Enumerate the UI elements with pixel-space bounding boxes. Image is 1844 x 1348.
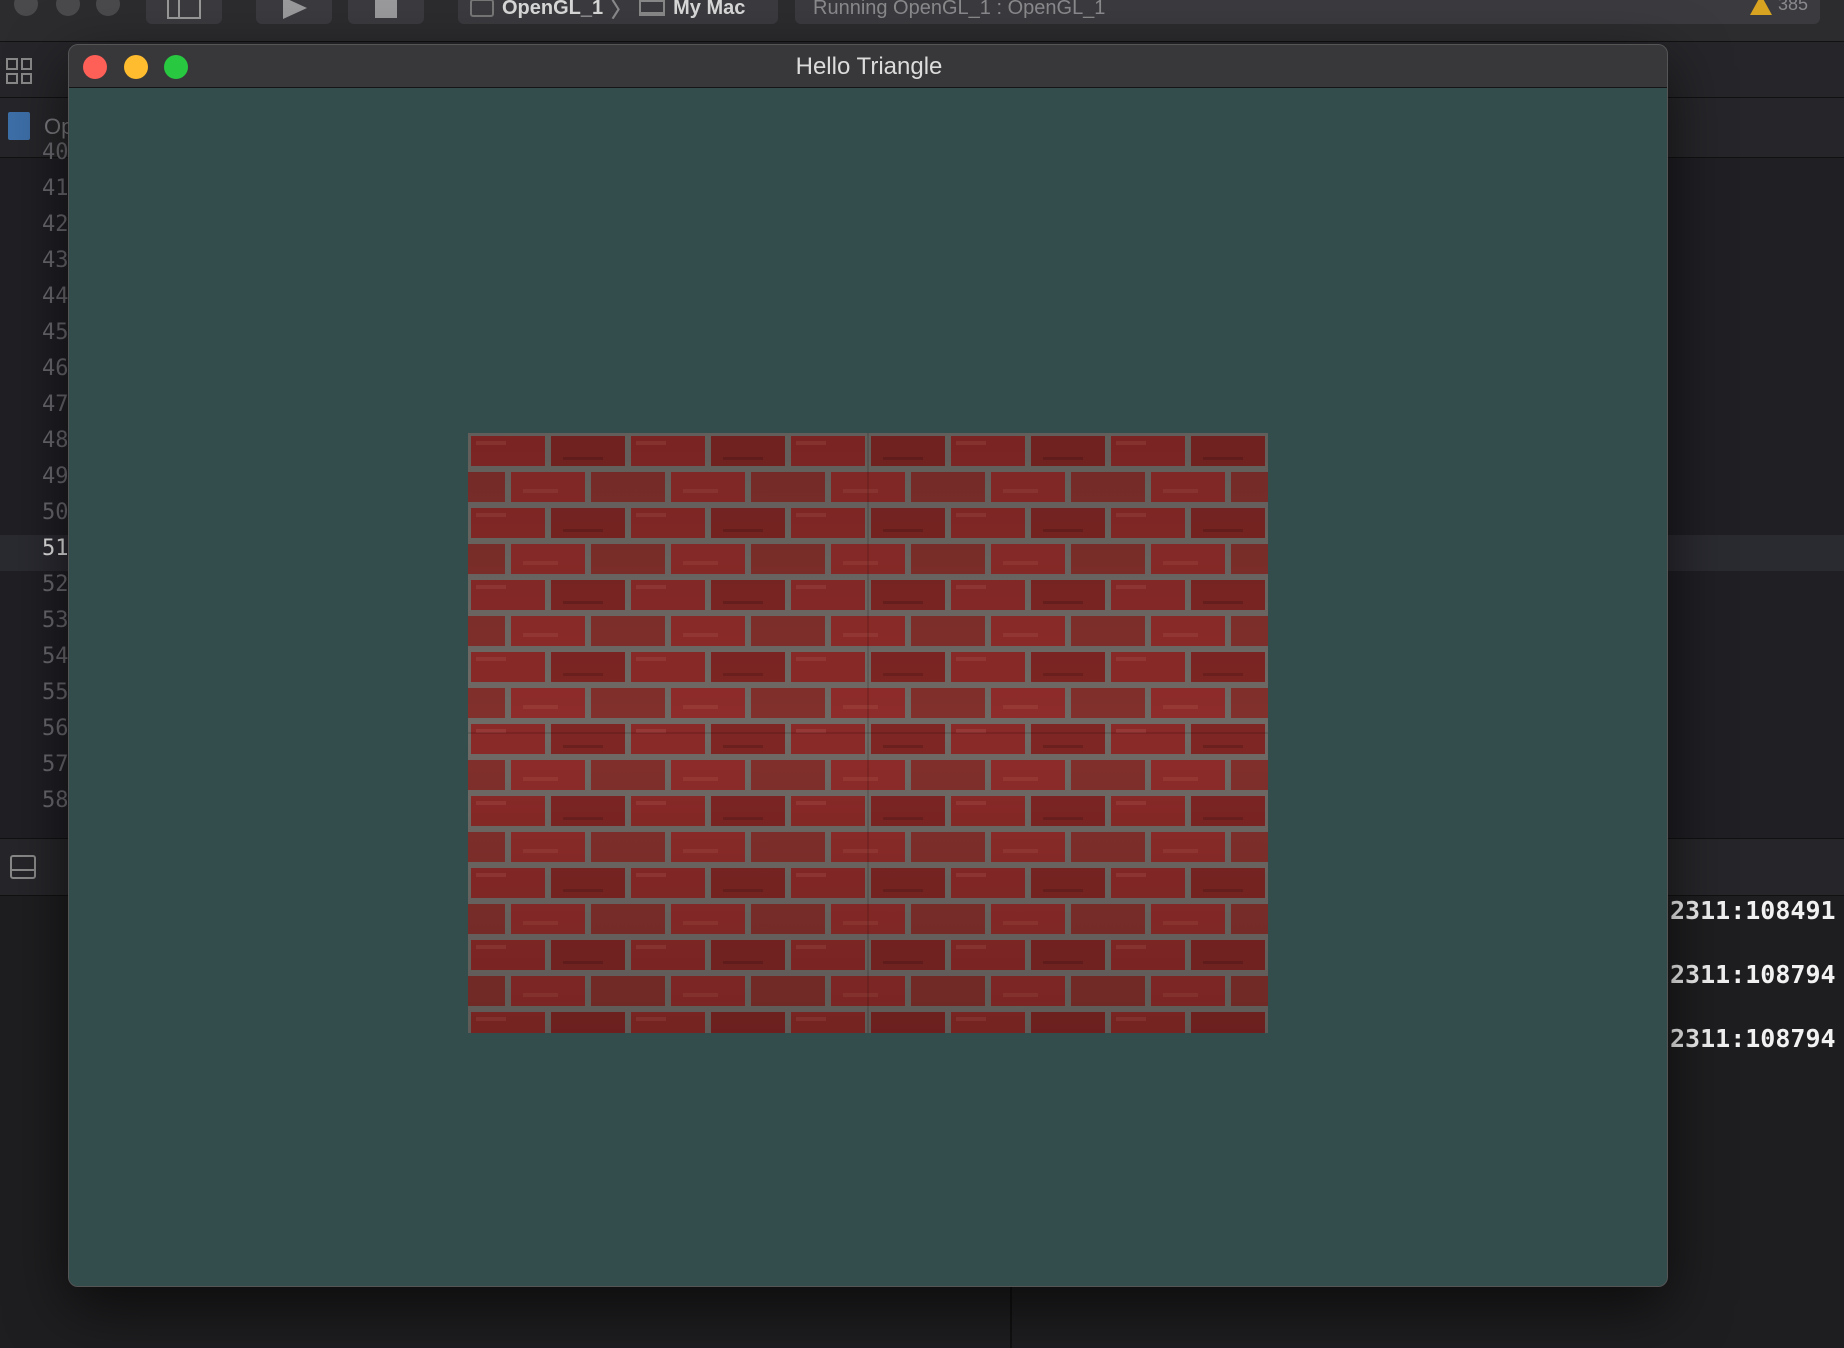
activity-viewer: Running OpenGL_1 : OpenGL_1	[795, 0, 1820, 24]
ide-close-button[interactable]	[14, 0, 38, 16]
related-items-icon[interactable]	[6, 58, 32, 84]
console-line: 2311:108794	[1670, 1024, 1836, 1053]
line-number: 40	[42, 140, 69, 165]
run-button[interactable]	[256, 0, 332, 24]
line-number: 54	[42, 644, 69, 669]
activity-text: Running OpenGL_1 : OpenGL_1	[813, 0, 1106, 19]
laptop-icon	[639, 0, 666, 16]
stop-icon	[375, 0, 397, 18]
current-line-number: 51	[42, 536, 69, 561]
ide-zoom-button[interactable]	[96, 0, 120, 16]
line-number: 45	[42, 320, 69, 345]
line-number: 49	[42, 464, 69, 489]
line-number: 52	[42, 572, 69, 597]
play-icon	[283, 0, 307, 19]
line-number: 58	[42, 788, 69, 813]
target-icon	[470, 0, 494, 17]
zoom-button[interactable]	[164, 55, 188, 79]
minimize-button[interactable]	[124, 55, 148, 79]
warning-icon	[1749, 0, 1772, 15]
line-number-gutter: 40 41 42 43 44 45 46 47 48 49 50 51 52 5…	[0, 140, 70, 838]
line-number: 47	[42, 392, 69, 417]
scheme-destination: My Mac	[673, 0, 746, 19]
warning-count: 385	[1777, 0, 1808, 14]
line-number: 48	[42, 428, 69, 453]
close-button[interactable]	[83, 55, 107, 79]
line-number: 42	[42, 212, 69, 237]
gl-window: Hello Triangle	[68, 44, 1668, 1287]
scheme-separator: 〉	[611, 0, 632, 22]
line-number: 53	[42, 608, 69, 633]
gl-window-titlebar[interactable]: Hello Triangle	[69, 45, 1667, 88]
console-line: 2311:108491	[1670, 896, 1836, 925]
line-number: 41	[42, 176, 69, 201]
line-number: 57	[42, 752, 69, 777]
file-icon	[8, 112, 30, 140]
line-number: 55	[42, 680, 69, 705]
gl-window-title: Hello Triangle	[795, 53, 943, 80]
textured-quad	[468, 433, 1268, 1033]
hide-debug-area-icon[interactable]	[10, 855, 36, 879]
line-number: 43	[42, 248, 69, 273]
gl-viewport[interactable]	[69, 89, 1667, 1286]
warning-indicator[interactable]: 385	[1749, 0, 1808, 15]
line-number: 46	[42, 356, 69, 381]
xcode-toolbar: OpenGL_1 〉 My Mac Running OpenGL_1 : Ope…	[0, 0, 1844, 42]
scheme-selector[interactable]: OpenGL_1 〉 My Mac	[458, 0, 778, 24]
stop-button[interactable]	[348, 0, 424, 24]
console-line: 2311:108794	[1670, 960, 1836, 989]
sidebar-icon	[167, 0, 201, 19]
scheme-project: OpenGL_1	[502, 0, 604, 19]
line-number: 44	[42, 284, 69, 309]
navigator-toggle-button[interactable]	[146, 0, 222, 24]
ide-minimize-button[interactable]	[56, 0, 80, 16]
line-number: 50	[42, 500, 69, 525]
line-number: 56	[42, 716, 69, 741]
